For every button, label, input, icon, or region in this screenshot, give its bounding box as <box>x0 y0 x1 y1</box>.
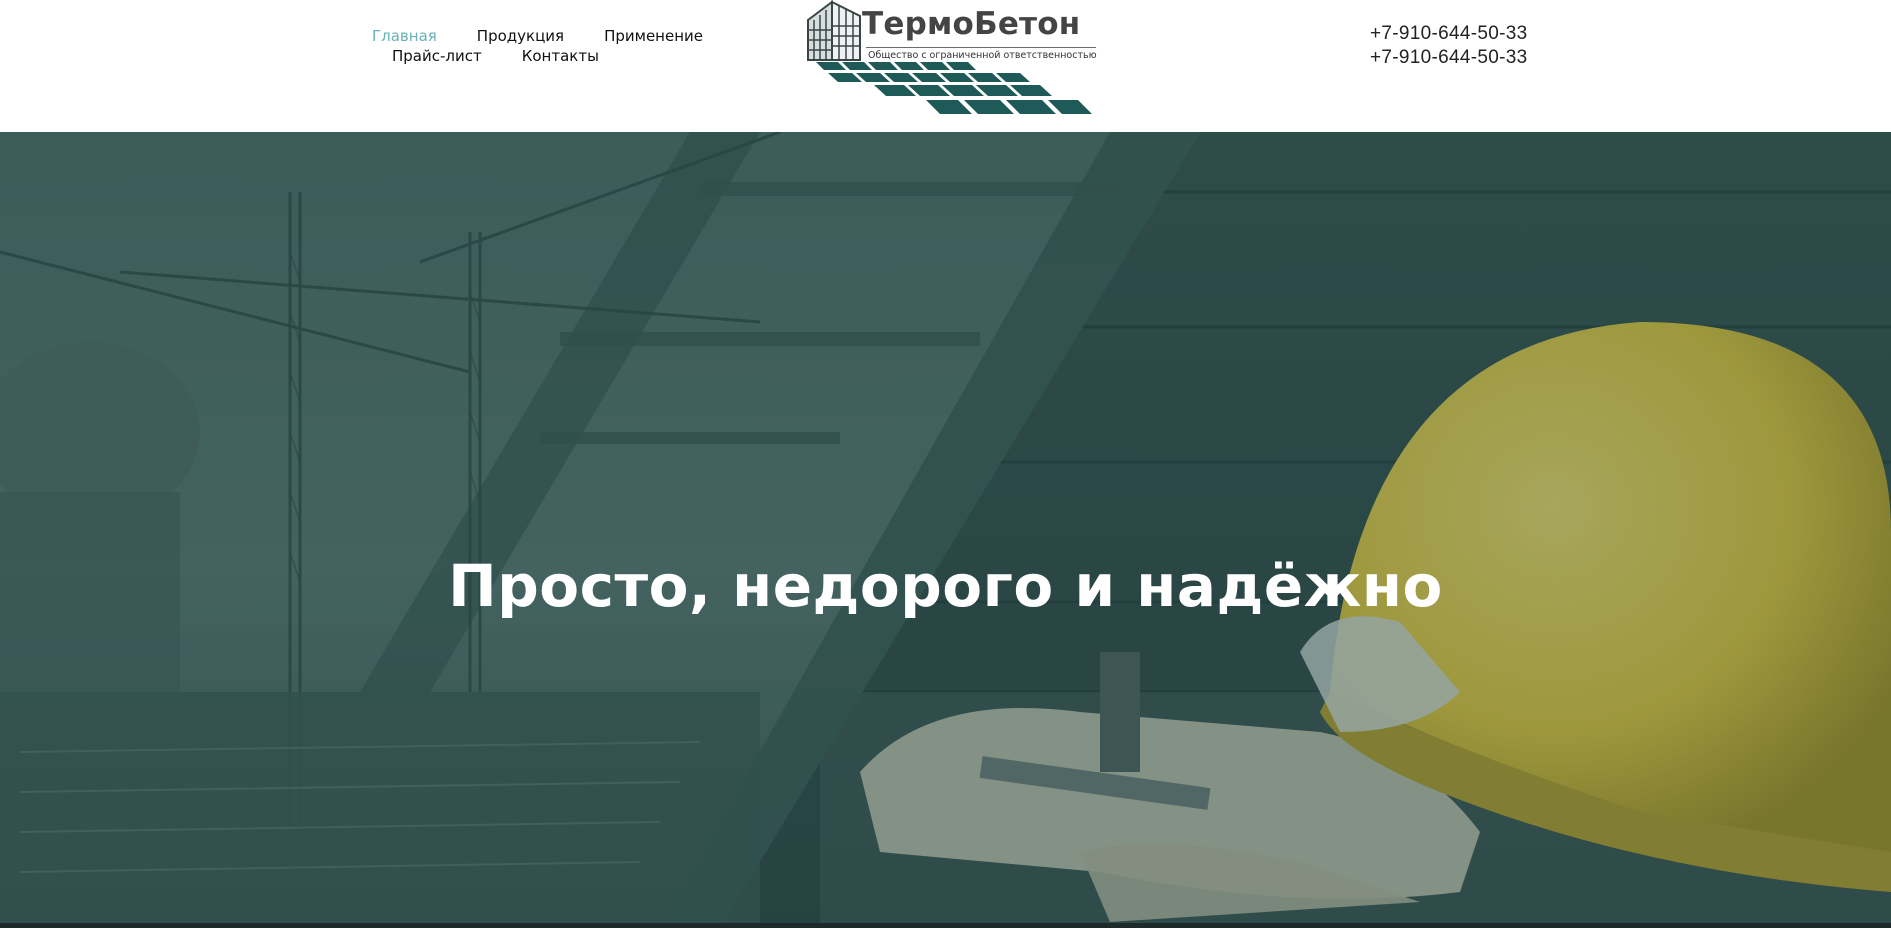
nav-item-products[interactable]: Продукция <box>477 27 564 45</box>
logo-subtitle: Общество с ограниченной ответственностью <box>868 50 1097 61</box>
contact-phones: +7-910-644-50-33 +7-910-644-50-33 <box>1370 22 1527 70</box>
hero-bottom-strip <box>0 923 1891 928</box>
nav-item-home[interactable]: Главная <box>372 27 437 45</box>
hero-title: Просто, недорого и надёжно <box>448 552 1443 620</box>
phone-number-1[interactable]: +7-910-644-50-33 <box>1370 22 1527 46</box>
nav-item-contacts[interactable]: Контакты <box>522 47 599 65</box>
logo-brand-text: ТермоБетон <box>862 6 1081 42</box>
site-header: Главная Продукция Применение Прайс-лист … <box>0 0 1891 132</box>
hero-banner: Просто, недорого и надёжно <box>0 132 1891 928</box>
nav-item-application[interactable]: Применение <box>604 27 703 45</box>
nav-item-price-list[interactable]: Прайс-лист <box>392 47 482 65</box>
hero-background-image <box>0 132 1891 928</box>
logo-divider <box>866 47 1096 48</box>
phone-number-2[interactable]: +7-910-644-50-33 <box>1370 46 1527 70</box>
building-logo-icon <box>807 0 861 61</box>
nav-row-1: Главная Продукция Применение <box>372 26 703 46</box>
main-nav: Главная Продукция Применение Прайс-лист … <box>372 26 703 66</box>
tiles-logo-icon <box>816 62 1092 114</box>
nav-row-2: Прайс-лист Контакты <box>372 46 692 66</box>
site-logo[interactable]: ТермоБетон Общество с ограниченной ответ… <box>804 0 1104 124</box>
